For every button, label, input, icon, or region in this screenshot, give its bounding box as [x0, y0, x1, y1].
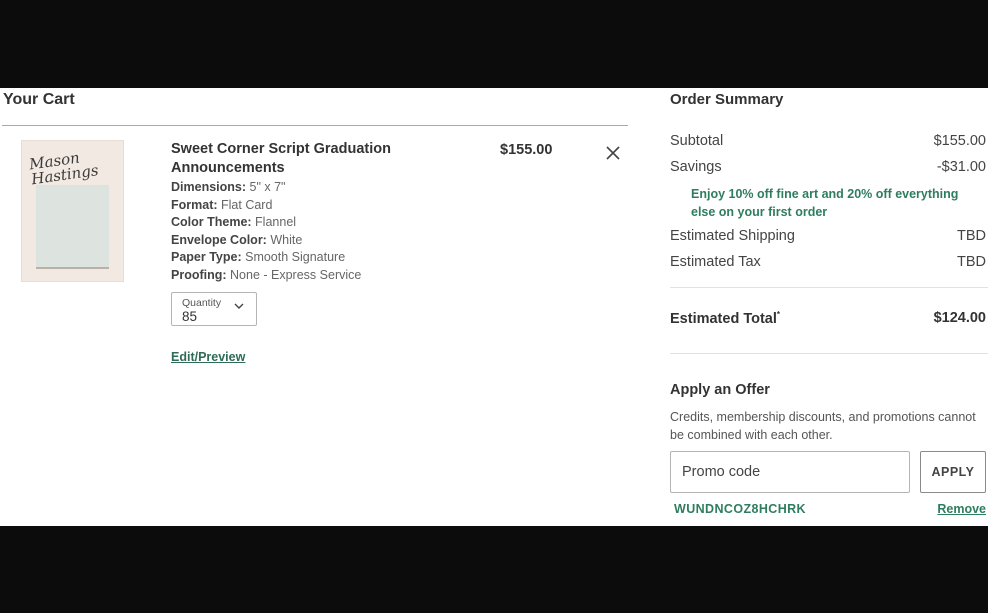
quantity-select[interactable]: Quantity 85 — [171, 292, 257, 326]
product-name[interactable]: Sweet Corner Script Graduation Announcem… — [171, 140, 431, 178]
total-value: $124.00 — [933, 310, 986, 326]
tax-label: Estimated Tax — [670, 254, 761, 270]
edit-preview-link[interactable]: Edit/Preview — [171, 350, 245, 364]
remove-promo-link[interactable]: Remove — [937, 502, 986, 516]
attribute-paper-type: Paper Type: Smooth Signature — [171, 250, 346, 265]
thumbnail-photo-area — [36, 185, 109, 267]
product-attributes: Dimensions: 5" x 7" Format: Flat Card Co… — [171, 179, 361, 285]
offer-note: Credits, membership discounts, and promo… — [670, 410, 976, 442]
cart-divider — [2, 125, 628, 126]
quantity-value: 85 — [182, 309, 198, 324]
promo-message: Enjoy 10% off fine art and 20% off every… — [691, 187, 959, 219]
thumbnail-fine-print — [36, 267, 109, 269]
quantity-label: Quantity — [182, 297, 222, 309]
thumbnail-script-text: Mason Hastings — [28, 148, 100, 189]
applied-promo-code: WUNDNCOZ8HCHRK — [674, 502, 806, 516]
close-icon[interactable] — [603, 143, 623, 163]
attribute-envelope-color: Envelope Color: White — [171, 232, 303, 247]
attribute-format: Format: Flat Card — [171, 197, 273, 212]
cart-page: Your Cart Mason Hastings Sweet Corner Sc… — [0, 88, 988, 526]
subtotal-label: Subtotal — [670, 133, 724, 149]
savings-value: -$31.00 — [936, 159, 986, 175]
summary-divider — [670, 287, 988, 288]
summary-divider — [670, 353, 988, 354]
apply-button[interactable]: APPLY — [920, 451, 986, 493]
attribute-dimensions: Dimensions: 5" x 7" — [171, 180, 286, 194]
attribute-color-theme: Color Theme: Flannel — [171, 215, 297, 230]
subtotal-row: Subtotal $155.00 — [670, 133, 986, 149]
item-price: $155.00 — [500, 142, 553, 158]
subtotal-value: $155.00 — [933, 133, 986, 149]
savings-label: Savings — [670, 159, 722, 175]
order-summary-title: Order Summary — [670, 91, 784, 108]
total-asterisk: * — [776, 310, 781, 319]
shipping-row: Estimated Shipping TBD — [670, 228, 986, 244]
shipping-value: TBD — [957, 228, 986, 244]
total-row: Estimated Total* $124.00 — [670, 310, 986, 327]
attribute-proofing: Proofing: None - Express Service — [171, 267, 362, 282]
chevron-down-icon — [234, 301, 244, 313]
promo-code-input[interactable] — [670, 451, 910, 493]
apply-offer-title: Apply an Offer — [670, 382, 770, 398]
cart-title: Your Cart — [3, 91, 75, 108]
product-thumbnail[interactable]: Mason Hastings — [22, 141, 123, 281]
total-label: Estimated Total — [670, 310, 777, 327]
tax-value: TBD — [957, 254, 986, 270]
tax-row: Estimated Tax TBD — [670, 254, 986, 270]
shipping-label: Estimated Shipping — [670, 228, 795, 244]
savings-row: Savings -$31.00 — [670, 159, 986, 175]
